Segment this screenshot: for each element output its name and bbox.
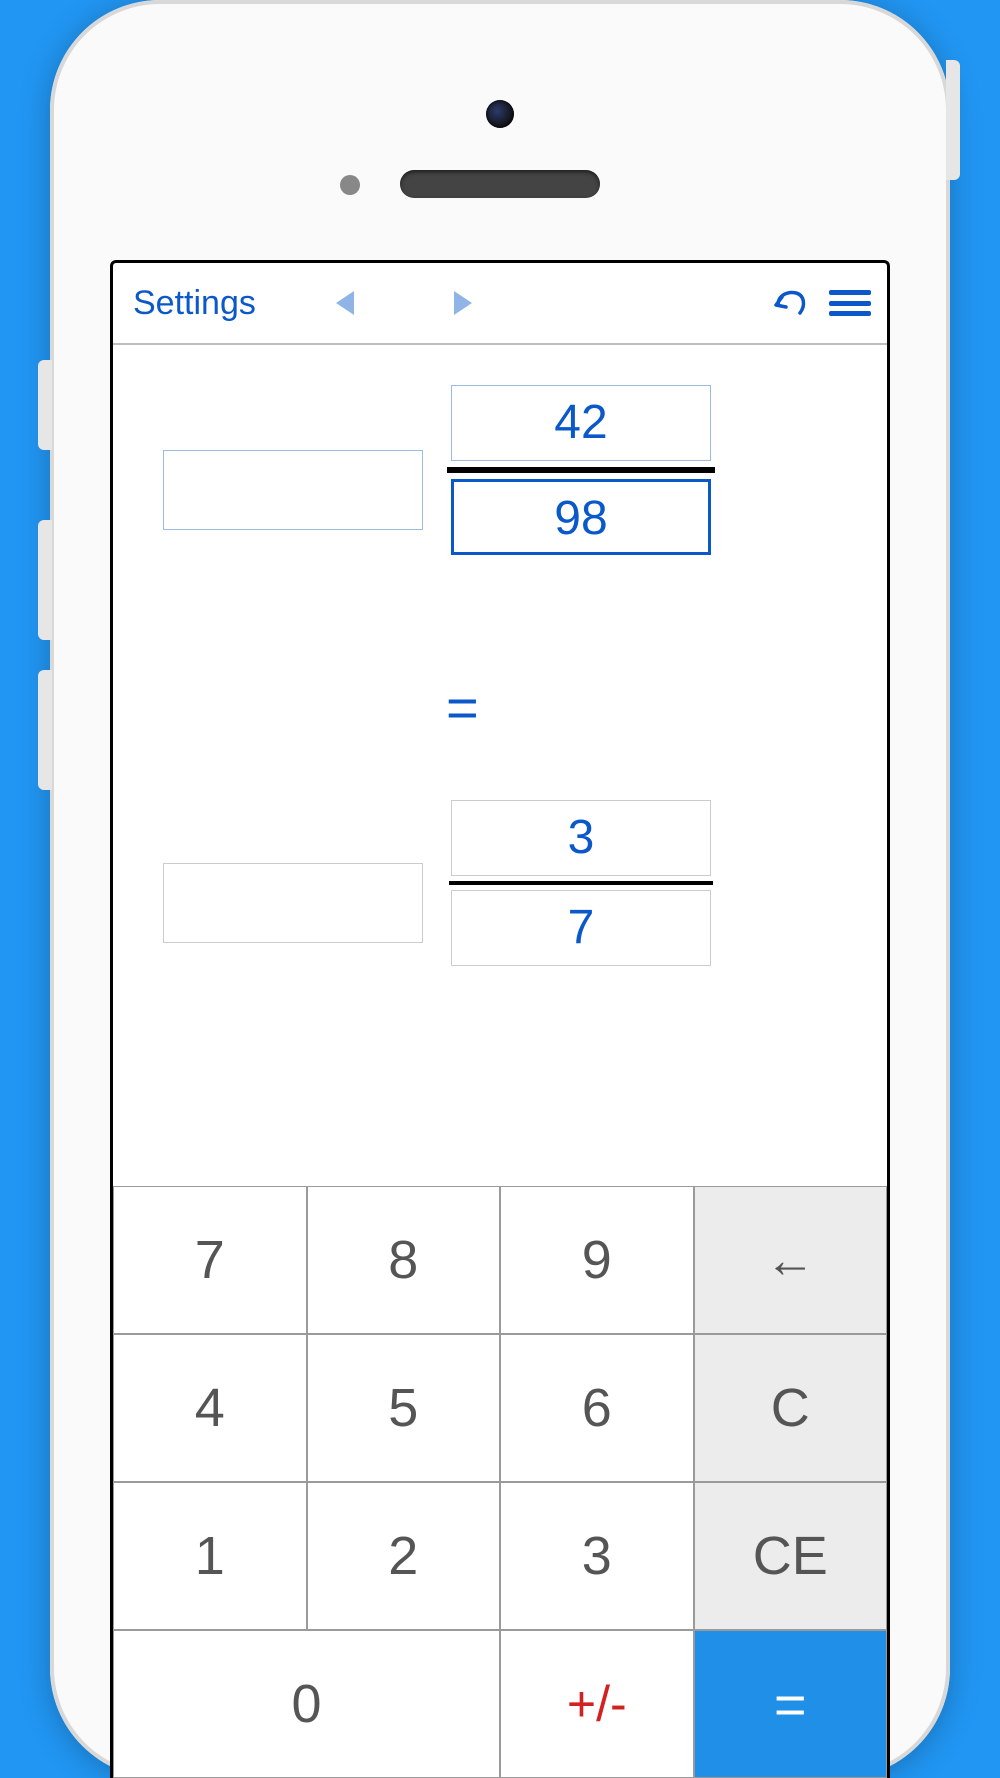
key-8[interactable]: 8 <box>307 1186 501 1334</box>
key-clear[interactable]: C <box>694 1334 888 1482</box>
input-denominator-field[interactable]: 98 <box>451 479 711 555</box>
settings-button[interactable]: Settings <box>133 284 256 323</box>
key-5[interactable]: 5 <box>307 1334 501 1482</box>
fraction-bar <box>447 467 715 473</box>
phone-speaker <box>400 170 600 198</box>
key-3[interactable]: 3 <box>500 1482 694 1630</box>
input-fraction-row: 42 98 <box>163 385 711 555</box>
phone-sensor <box>340 175 360 195</box>
phone-volume-up <box>38 520 52 640</box>
key-equals[interactable]: = <box>694 1630 888 1778</box>
phone-power-button <box>946 60 960 180</box>
result-denominator: 7 <box>451 890 711 966</box>
menu-icon[interactable] <box>829 290 871 316</box>
key-2[interactable]: 2 <box>307 1482 501 1630</box>
phone-camera <box>486 100 514 128</box>
input-fraction: 42 98 <box>451 385 711 555</box>
input-whole-field[interactable] <box>163 450 423 530</box>
key-clear-entry[interactable]: CE <box>694 1482 888 1630</box>
previous-icon[interactable] <box>336 291 354 315</box>
key-7[interactable]: 7 <box>113 1186 307 1334</box>
key-4[interactable]: 4 <box>113 1334 307 1482</box>
keypad: 7 8 9 ← 4 5 6 C 1 2 3 CE 0 +/- = <box>113 1186 887 1778</box>
equals-symbol: = <box>446 675 479 740</box>
key-backspace[interactable]: ← <box>694 1186 888 1334</box>
phone-frame: Settings 42 98 <box>50 0 950 1778</box>
undo-icon[interactable] <box>771 283 811 323</box>
key-plus-minus[interactable]: +/- <box>500 1630 694 1778</box>
key-0[interactable]: 0 <box>113 1630 500 1778</box>
result-fraction-row: 3 7 <box>163 800 711 966</box>
fraction-bar <box>449 881 713 885</box>
key-1[interactable]: 1 <box>113 1482 307 1630</box>
result-numerator: 3 <box>451 800 711 876</box>
phone-volume-down <box>38 670 52 790</box>
nav-arrows <box>336 291 472 315</box>
app-screen: Settings 42 98 <box>110 260 890 1778</box>
input-numerator-field[interactable]: 42 <box>451 385 711 461</box>
toolbar: Settings <box>113 263 887 345</box>
next-icon[interactable] <box>454 291 472 315</box>
key-9[interactable]: 9 <box>500 1186 694 1334</box>
phone-mute-switch <box>38 360 52 450</box>
result-fraction: 3 7 <box>451 800 711 966</box>
key-6[interactable]: 6 <box>500 1334 694 1482</box>
result-whole-field <box>163 863 423 943</box>
work-area: 42 98 = 3 7 <box>113 345 887 1186</box>
